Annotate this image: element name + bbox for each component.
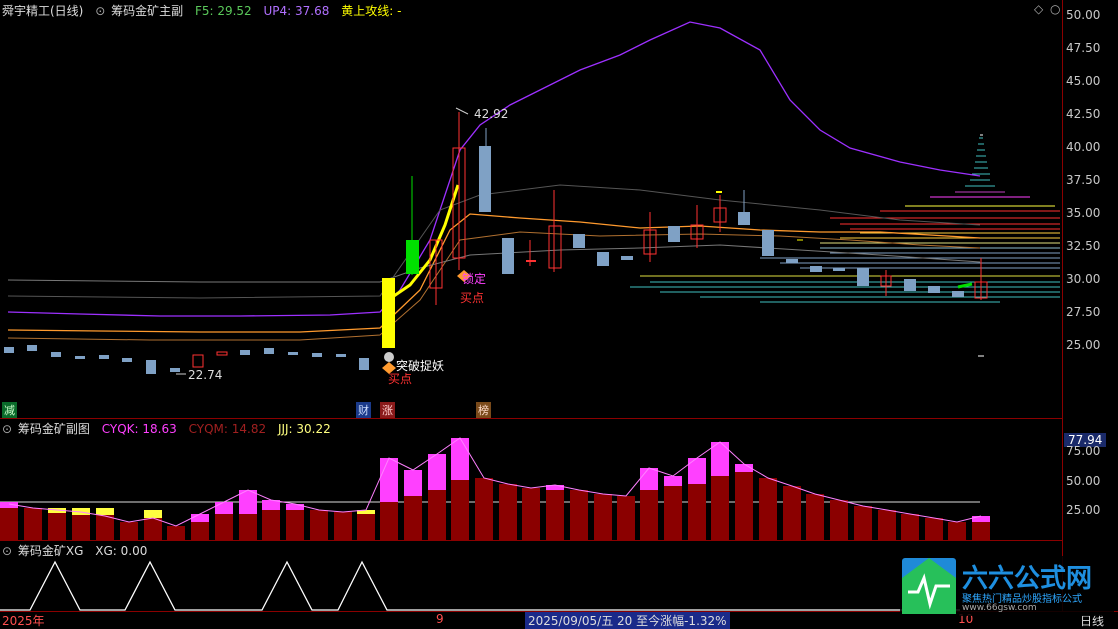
- buy-point-label-1: 买点: [388, 372, 413, 386]
- reduce-flag[interactable]: 减: [2, 402, 17, 418]
- purple-line: [7, 21, 981, 317]
- footer-year: 2025年: [2, 614, 45, 628]
- y-tick: 47.50: [1066, 41, 1101, 55]
- y-axis-divider: [1062, 0, 1063, 627]
- y-tick: 32.50: [1066, 239, 1101, 253]
- sub1-y-tick: 50.00: [1066, 474, 1101, 488]
- sub1-y-tick: 25.00: [1066, 503, 1101, 517]
- ranking-flag[interactable]: 榜: [476, 402, 491, 418]
- y-tick: 25.00: [1066, 338, 1101, 352]
- y-tick: 42.50: [1066, 107, 1101, 121]
- y-tick: 50.00: [1066, 8, 1101, 22]
- xg-signal-line: [0, 560, 960, 611]
- chip-subchart[interactable]: [0, 418, 1062, 540]
- footer-month-9: 9: [436, 612, 444, 626]
- site-logo: 六六公式网 聚焦热门精品炒股指标公式 www.66gsw.com: [900, 556, 1114, 616]
- low-price-label: 22.74: [188, 368, 223, 382]
- y-tick: 37.50: [1066, 173, 1101, 187]
- footer-date-info[interactable]: 2025/09/05/五 20 至今涨幅-1.32%: [525, 612, 730, 629]
- main-candlestick-chart[interactable]: [0, 0, 1062, 418]
- lock-signal-label: 锁定: [462, 272, 487, 286]
- finance-flag[interactable]: 财: [356, 402, 371, 418]
- rise-flag[interactable]: 涨: [380, 402, 395, 418]
- sub1-y-tick: 75.00: [1066, 444, 1101, 458]
- orange-line: [7, 213, 981, 333]
- y-tick: 35.00: [1066, 206, 1101, 220]
- high-price-label: 42.92: [474, 107, 509, 121]
- logo-icon: [902, 558, 956, 614]
- price-annotations: [176, 107, 469, 375]
- y-tick: 45.00: [1066, 74, 1101, 88]
- chip-bars: [0, 438, 990, 540]
- y-tick: 40.00: [1066, 140, 1101, 154]
- logo-url: www.66gsw.com: [962, 603, 1037, 613]
- y-tick: 27.50: [1066, 305, 1101, 319]
- y-tick: 30.00: [1066, 272, 1101, 286]
- buy-point-label-2: 买点: [460, 291, 485, 305]
- signal-marker-icon: [384, 352, 394, 362]
